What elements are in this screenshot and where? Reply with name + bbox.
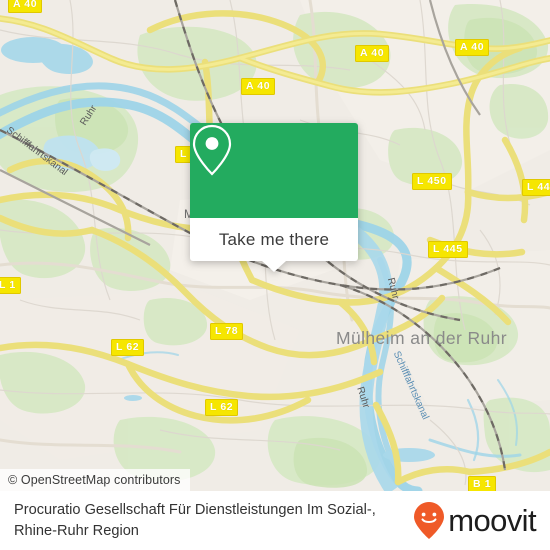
place-title: Procuratio Gesellschaft Für Dienstleistu… — [14, 501, 376, 539]
popup-pointer-tail — [262, 261, 286, 272]
road-shield: L 62 — [111, 339, 145, 356]
moovit-logo[interactable]: moovit — [412, 501, 537, 541]
road-shield: L 450 — [412, 173, 452, 190]
take-me-there-button[interactable]: Take me there — [190, 218, 358, 261]
road-shield: L 445 — [428, 241, 468, 258]
road-shield: A 40 — [241, 78, 276, 95]
road-shield: B 1 — [468, 476, 497, 491]
city-label: Mülheim an der Ruhr — [336, 328, 508, 348]
map-page: Mülheim an der Ruhr M Ruhr Schifffahrtsk… — [0, 0, 550, 550]
road-shield: A 40 — [455, 39, 490, 56]
map-canvas[interactable]: Mülheim an der Ruhr M Ruhr Schifffahrtsk… — [0, 0, 550, 491]
road-shield: A 40 — [8, 0, 43, 13]
osm-attribution[interactable]: © OpenStreetMap contributors — [0, 469, 190, 491]
take-me-there-label: Take me there — [218, 229, 330, 249]
road-shield: L 1 — [0, 277, 21, 294]
map-pin-icon — [192, 124, 232, 176]
popup-header — [190, 123, 358, 218]
moovit-wordmark: moovit — [448, 502, 536, 538]
road-shield: L 44 — [522, 179, 550, 196]
road-shield: L 78 — [210, 323, 244, 340]
road-shield: A 40 — [355, 45, 390, 62]
location-popup-card[interactable]: Take me there — [190, 123, 358, 272]
moovit-smiley-pin-icon — [414, 501, 445, 539]
road-shield: L 62 — [205, 399, 239, 416]
footer-bar: Procuratio Gesellschaft Für Dienstleistu… — [0, 491, 550, 550]
